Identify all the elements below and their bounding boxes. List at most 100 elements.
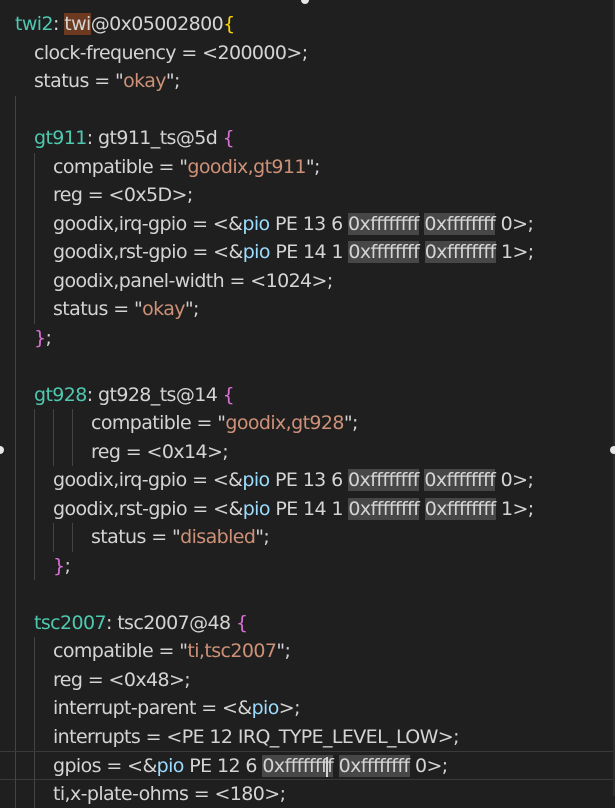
code-line[interactable]: goodix,irq-gpio = <&pio PE 13 6 0xffffff… [0,466,615,495]
indent-guide [15,381,16,410]
code-line[interactable]: }; [0,324,615,353]
code-line[interactable]: status = "okay"; [0,295,615,324]
indent-guide [34,752,35,781]
code-line[interactable]: status = "okay"; [0,67,615,96]
code-text: gt928: gt928_ts@14 { [34,381,234,410]
indent-guide [15,409,16,438]
code-line[interactable]: gt928: gt928_ts@14 { [0,381,615,410]
indent-guide [34,210,35,239]
code-line[interactable]: interrupts = <PE 12 IRQ_TYPE_LEVEL_LOW>; [0,723,615,752]
indent-guide [34,466,35,495]
indent-guide [15,466,16,495]
indent-guide [15,580,16,609]
code-line[interactable]: goodix,rst-gpio = <&pio PE 14 1 0xffffff… [0,238,615,267]
code-text: gt911: gt911_ts@5d { [34,124,234,153]
code-line[interactable]: goodix,irq-gpio = <&pio PE 13 6 0xffffff… [0,210,615,239]
indent-guide [15,438,16,467]
code-line[interactable] [0,352,615,381]
code-text: clock-frequency = <200000>; [34,39,308,68]
code-text: compatible = "ti,tsc2007"; [53,637,290,666]
indent-guide [15,324,16,353]
indent-guide [34,780,35,808]
code-text: goodix,rst-gpio = <&pio PE 14 1 0xffffff… [53,495,534,524]
code-line[interactable]: goodix,rst-gpio = <&pio PE 14 1 0xffffff… [0,495,615,524]
indent-guide [15,552,16,581]
code-text: goodix,irq-gpio = <&pio PE 13 6 0xffffff… [53,210,533,239]
code-line[interactable]: status = "disabled"; [0,523,615,552]
code-line[interactable]: gt911: gt911_ts@5d { [0,124,615,153]
indent-guide [72,523,73,552]
code-editor[interactable]: twi2: twi@0x05002800{clock-frequency = <… [0,0,615,796]
indent-guide [34,552,35,581]
indent-guide [34,723,35,752]
indent-guide [34,295,35,324]
code-line[interactable]: }; [0,552,615,581]
indent-guide [34,238,35,267]
indent-guide [15,694,16,723]
code-line[interactable]: reg = <0x5D>; [0,181,615,210]
indent-guide [15,295,16,324]
code-text: status = "okay"; [53,295,199,324]
code-line[interactable]: reg = <0x14>; [0,438,615,467]
code-text: interrupts = <PE 12 IRQ_TYPE_LEVEL_LOW>; [53,723,459,752]
code-text: goodix,panel-width = <1024>; [53,267,333,296]
indent-guide [34,153,35,182]
indent-guide [34,495,35,524]
indent-guide [15,124,16,153]
code-line[interactable]: tsc2007: tsc2007@48 { [0,609,615,638]
code-text: reg = <0x48>; [53,666,190,695]
indent-guide [34,523,35,552]
code-line[interactable]: compatible = "ti,tsc2007"; [0,637,615,666]
indent-guide [34,694,35,723]
code-line[interactable]: clock-frequency = <200000>; [0,39,615,68]
indent-guide [53,409,54,438]
indent-guide [53,438,54,467]
indent-guide [15,609,16,638]
code-text: compatible = "goodix,gt928"; [91,409,358,438]
indent-guide [53,523,54,552]
code-line[interactable]: ti,x-plate-ohms = <180>; [0,780,615,808]
indent-guide [34,409,35,438]
indent-guide [15,637,16,666]
code-line[interactable]: goodix,panel-width = <1024>; [0,267,615,296]
indent-guide [15,723,16,752]
code-text: status = "okay"; [34,67,180,96]
code-text: twi2: twi@0x05002800{ [15,10,235,39]
indent-guide [15,210,16,239]
code-text: reg = <0x5D>; [53,181,193,210]
indent-guide [72,438,73,467]
indent-guide [15,267,16,296]
code-line[interactable]: reg = <0x48>; [0,666,615,695]
code-text: gpios = <&pio PE 12 6 0xffffffff 0xfffff… [53,752,448,781]
code-text: }; [34,324,51,353]
indent-guide [15,352,16,381]
code-line[interactable]: twi2: twi@0x05002800{ [0,10,615,39]
code-line[interactable]: interrupt-parent = <&pio>; [0,694,615,723]
code-line[interactable] [0,96,615,125]
indent-guide [34,181,35,210]
code-text: tsc2007: tsc2007@48 { [34,609,247,638]
code-text: ti,x-plate-ohms = <180>; [53,780,285,808]
code-text: }; [53,552,70,581]
code-line[interactable]: compatible = "goodix,gt928"; [0,409,615,438]
indent-guide [15,523,16,552]
code-text: goodix,rst-gpio = <&pio PE 14 1 0xffffff… [53,238,534,267]
indent-guide [15,495,16,524]
code-line[interactable]: gpios = <&pio PE 12 6 0xffffffff 0xfffff… [0,751,615,780]
indent-guide [15,752,16,781]
code-text: reg = <0x14>; [91,438,228,467]
indent-guide [34,666,35,695]
indent-guide [15,96,16,125]
code-text: status = "disabled"; [91,523,269,552]
code-line[interactable]: compatible = "goodix,gt911"; [0,153,615,182]
indent-guide [15,780,16,808]
indent-guide [34,267,35,296]
indent-guide [15,666,16,695]
resize-handle-right[interactable] [610,446,615,454]
indent-guide [15,181,16,210]
indent-guide [15,153,16,182]
indent-guide [34,637,35,666]
indent-guide [15,238,16,267]
code-text: goodix,irq-gpio = <&pio PE 13 6 0xffffff… [53,466,533,495]
code-line[interactable] [0,580,615,609]
